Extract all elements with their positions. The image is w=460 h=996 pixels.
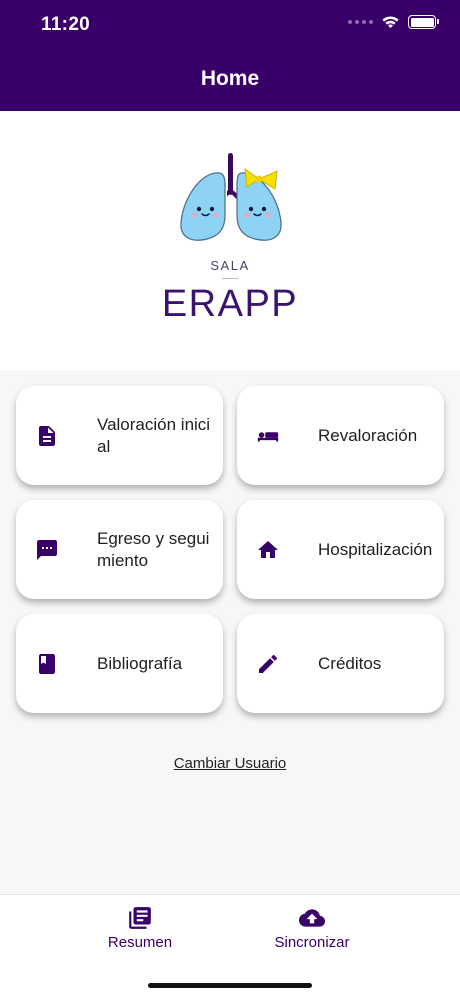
card-label: Egreso y seguimiento xyxy=(97,528,210,570)
home-indicator xyxy=(148,983,312,988)
battery-icon xyxy=(408,15,439,29)
status-icons xyxy=(348,15,439,29)
wifi-icon xyxy=(382,16,399,29)
card-label: Revaloración xyxy=(318,425,418,445)
page-title: Home xyxy=(200,67,260,90)
card-label: Créditos xyxy=(318,653,382,673)
book-icon xyxy=(35,652,59,676)
card-label: Valoración inicial xyxy=(97,414,211,456)
divider xyxy=(222,278,238,279)
valoracion-inicial-button[interactable]: Valoración inicial xyxy=(16,386,223,485)
app-header: 11:20 Home xyxy=(0,0,460,111)
summary-icon xyxy=(85,905,195,931)
change-user-link[interactable]: Cambiar Usuario xyxy=(0,755,460,772)
app-name: ERAPP xyxy=(161,283,299,325)
status-time: 11:20 xyxy=(41,14,91,35)
sala-label: SALA xyxy=(210,258,250,273)
card-label: Bibliografía xyxy=(97,653,183,673)
tab-resumen[interactable]: Resumen xyxy=(85,905,195,951)
hospitalizacion-button[interactable]: Hospitalización xyxy=(237,500,444,599)
card-label: Hospitalización xyxy=(318,539,433,559)
egreso-seguimiento-button[interactable]: Egreso y seguimiento xyxy=(16,500,223,599)
revaloracion-button[interactable]: Revaloración xyxy=(237,386,444,485)
creditos-button[interactable]: Créditos xyxy=(237,614,444,713)
description-icon xyxy=(35,424,59,448)
chat-icon xyxy=(35,538,59,562)
bibliografia-button[interactable]: Bibliografía xyxy=(16,614,223,713)
hotel-icon xyxy=(256,424,280,448)
tab-label: Resumen xyxy=(107,934,173,951)
home-icon xyxy=(256,538,280,562)
tab-sincronizar[interactable]: Sincronizar xyxy=(257,905,367,951)
lungs-logo-icon xyxy=(178,153,282,243)
signal-icon xyxy=(348,20,373,24)
cloud-upload-icon xyxy=(257,905,367,931)
bottom-tab-bar: Resumen Sincronizar xyxy=(0,894,460,996)
tab-label: Sincronizar xyxy=(274,934,350,951)
logo-area: SALA ERAPP xyxy=(0,111,460,370)
edit-icon xyxy=(256,652,280,676)
